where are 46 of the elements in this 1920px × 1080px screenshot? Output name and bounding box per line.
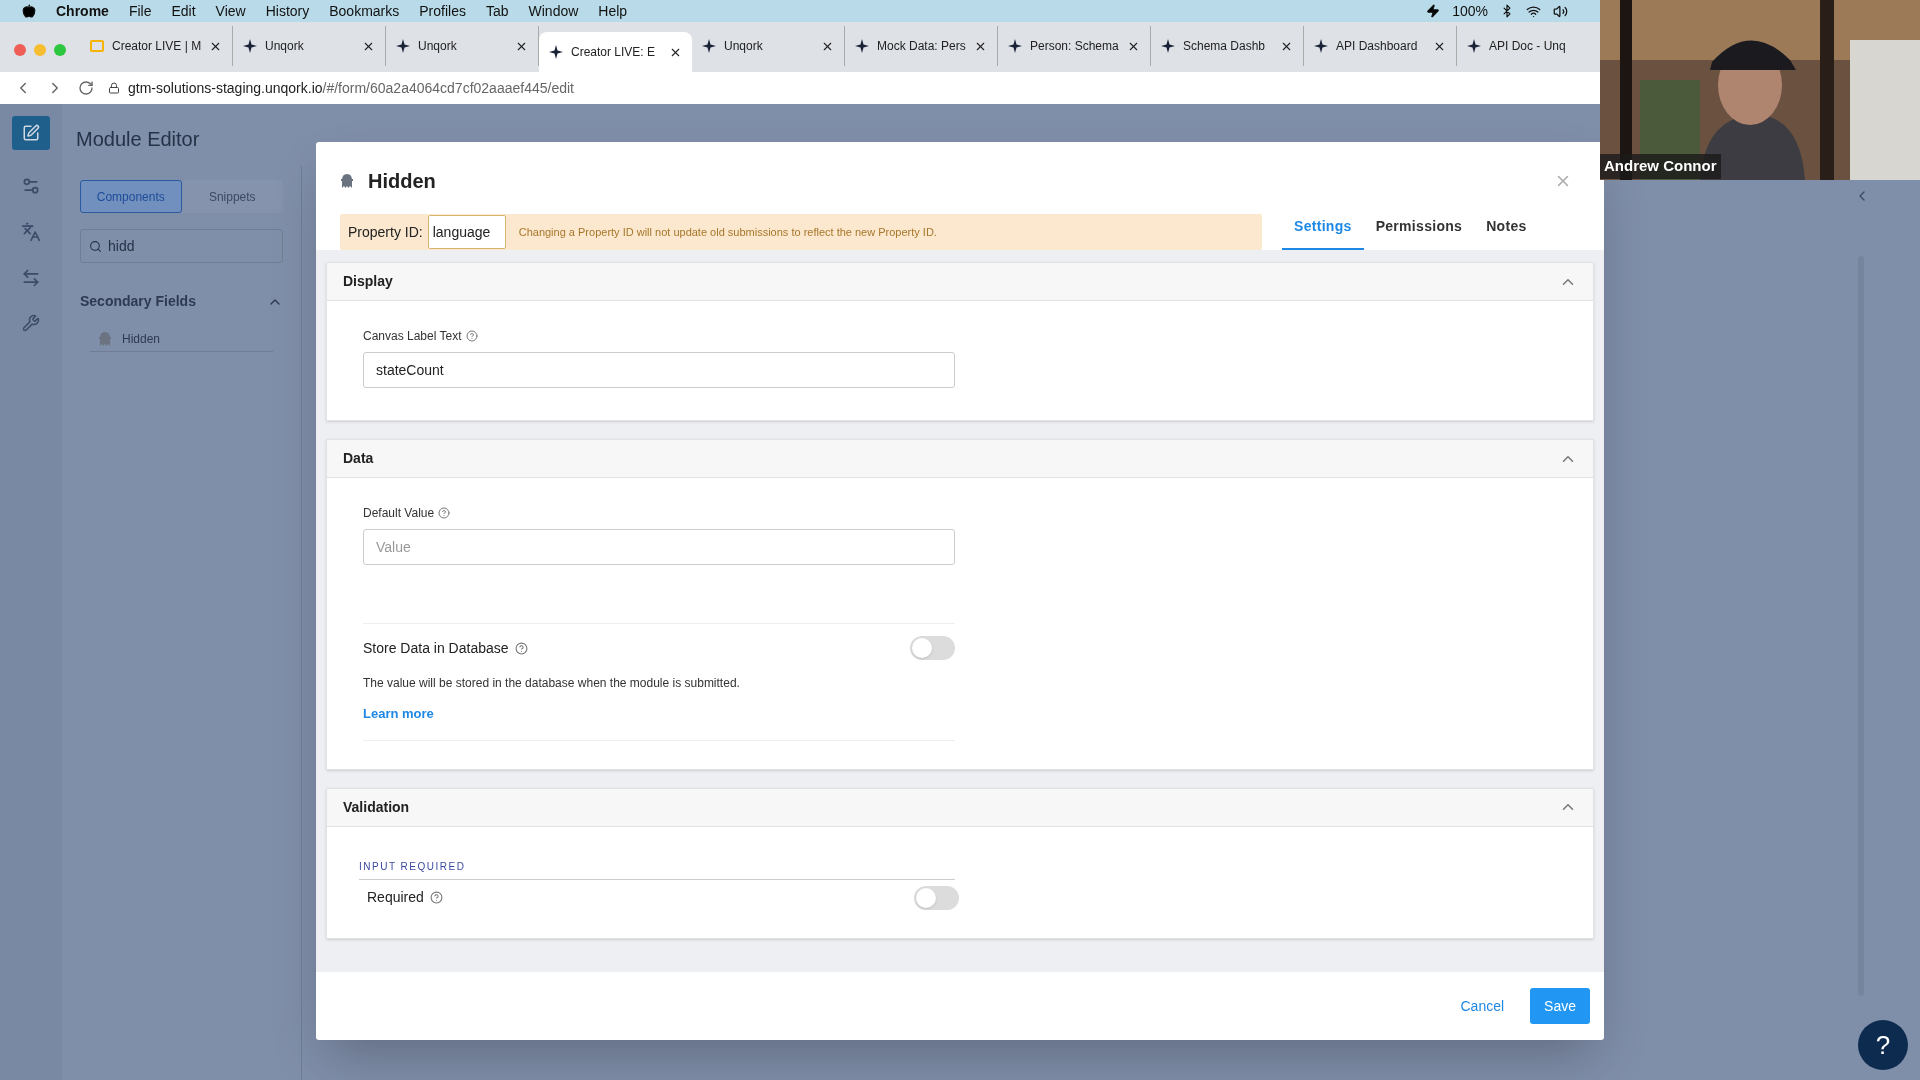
participant-name: Andrew Connor bbox=[1600, 154, 1721, 179]
toggle-label: Store Data in Database bbox=[363, 638, 509, 658]
description: The value will be stored in the database when the module is submitted. bbox=[363, 675, 741, 692]
browser-tab[interactable]: Creator LIVE | M bbox=[80, 26, 233, 66]
menu-item[interactable]: Edit bbox=[171, 0, 196, 22]
text-field[interactable]: Value bbox=[363, 529, 955, 565]
menu-item[interactable]: Tab bbox=[485, 0, 509, 22]
group-title: Secondary Fields bbox=[80, 292, 196, 311]
modal-title: Hidden bbox=[368, 169, 436, 194]
section-title: Display bbox=[343, 272, 393, 291]
search-field[interactable]: hidd bbox=[80, 229, 283, 263]
modal-tab[interactable]: Permissions bbox=[1363, 204, 1475, 250]
menu-item[interactable]: Profiles bbox=[419, 0, 466, 22]
page-title: Module Editor bbox=[75, 127, 201, 152]
field-label: Default Value bbox=[363, 505, 435, 522]
browser-tab[interactable]: Person: Schema bbox=[998, 26, 1151, 66]
browser-tab[interactable]: Schema Dashb bbox=[1151, 26, 1304, 66]
menu-item[interactable]: File bbox=[128, 0, 152, 22]
text-field[interactable]: stateCount bbox=[363, 352, 955, 388]
battery-percent: 100% bbox=[1452, 1, 1488, 21]
browser-tab[interactable]: API Dashboard bbox=[1304, 26, 1457, 66]
section-title: Validation bbox=[343, 797, 410, 817]
cancel-button[interactable]: Cancel bbox=[1446, 988, 1519, 1024]
browser-tab[interactable]: API Doc - Unq bbox=[1457, 26, 1600, 66]
component-item[interactable]: Hidden bbox=[90, 326, 273, 352]
warning-text: Changing a Property ID will not update old submissions to reflect the new Property ID. bbox=[518, 224, 937, 240]
property-id-field[interactable]: language bbox=[427, 215, 506, 249]
browser-tab[interactable]: Mock Data: Pers bbox=[845, 26, 998, 66]
menu-item[interactable]: Help bbox=[598, 0, 628, 22]
menu-item[interactable]: Window bbox=[528, 0, 579, 22]
section-title: Data bbox=[343, 449, 374, 468]
modal-tab[interactable]: Notes bbox=[1474, 204, 1539, 250]
menu-app-name[interactable]: Chrome bbox=[56, 0, 109, 22]
browser-tab[interactable]: Creator LIVE: E bbox=[539, 32, 692, 72]
address-field[interactable]: gtm-solutions-staging.unqork.io/#/form/60a2a4064cd7cf02aaaef445/edit bbox=[108, 77, 574, 99]
field-label: Canvas Label Text bbox=[363, 328, 462, 345]
menu-item[interactable]: History bbox=[265, 0, 310, 22]
property-id-label: Property ID: bbox=[348, 222, 423, 242]
menu-item[interactable]: View bbox=[215, 0, 246, 22]
toggle-label: Required bbox=[367, 888, 424, 907]
browser-tab[interactable]: Unqork bbox=[233, 26, 386, 66]
learn-more-link[interactable]: Learn more bbox=[363, 704, 434, 724]
menu-item[interactable]: Bookmarks bbox=[329, 0, 400, 22]
help-button[interactable]: ? bbox=[1858, 1020, 1908, 1070]
browser-tab[interactable]: Unqork bbox=[692, 26, 845, 66]
group-label: INPUT REQUIRED bbox=[359, 860, 466, 872]
